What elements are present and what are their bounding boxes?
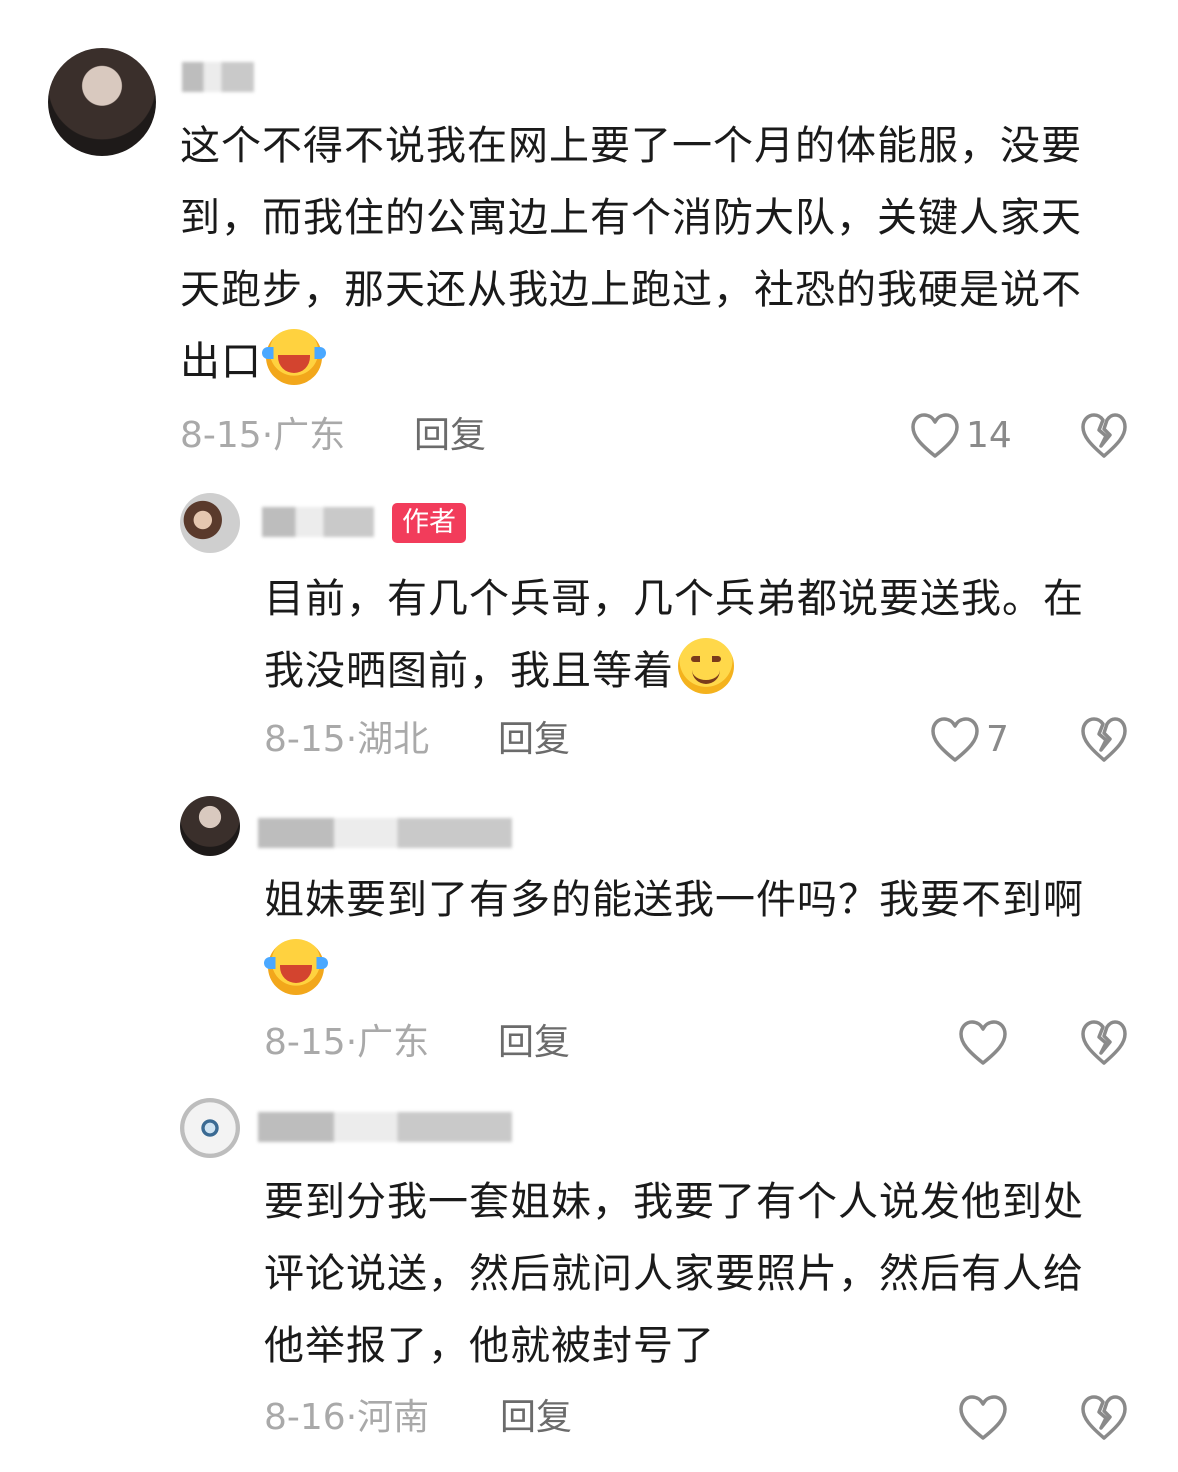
reply-button[interactable]: 回复 [414,412,486,460]
avatar[interactable] [180,493,240,553]
laugh-cry-emoji [264,939,328,995]
comment-date: 8-15 [180,415,262,456]
reply-button[interactable]: 回复 [498,1019,570,1067]
broken-heart-icon [1080,1394,1128,1442]
comment-text: 这个不得不说我在网上要了一个月的体能服，没要到，而我住的公寓边上有个消防大队，关… [180,110,1110,398]
like-button[interactable] [958,1019,1008,1067]
separator: · [345,719,358,760]
like-button[interactable] [958,1394,1008,1442]
smile-emoji [678,638,734,694]
separator: · [345,1022,358,1063]
comment-date: 8-15 [264,1022,346,1063]
comment-location: 广东 [273,415,346,456]
broken-heart-icon [1080,716,1128,764]
comment-location: 河南 [357,1397,430,1438]
broken-heart-icon [1080,412,1128,460]
avatar[interactable] [48,48,156,156]
username-blurred[interactable] [258,1112,512,1142]
comment-date: 8-16 [264,1397,346,1438]
username-blurred[interactable] [258,818,512,848]
avatar[interactable] [180,796,240,856]
dislike-button[interactable] [1080,1019,1128,1067]
separator: · [261,415,274,456]
reply-button[interactable]: 回复 [498,716,570,764]
dislike-button[interactable] [1080,716,1128,764]
separator: · [345,1397,358,1438]
comment-location: 广东 [357,1022,430,1063]
like-button[interactable]: 7 [930,716,1009,764]
heart-icon [930,716,980,764]
comment-date: 8-15 [264,719,346,760]
comment-meta: 8-15·湖北 [264,716,429,764]
avatar[interactable] [180,1098,240,1158]
comment-text-content: 目前，有几个兵哥，几个兵弟都说要送我。在我没晒图前，我且等着 [264,576,1084,694]
heart-icon [910,412,960,460]
comment-text: 姐妹要到了有多的能送我一件吗？我要不到啊 [264,864,1104,1008]
like-button[interactable]: 14 [910,412,1012,460]
reply-button[interactable]: 回复 [500,1394,572,1442]
author-badge: 作者 [392,503,466,543]
laugh-cry-emoji [262,329,326,385]
like-count: 14 [966,415,1012,456]
dislike-button[interactable] [1080,412,1128,460]
like-count: 7 [986,719,1009,760]
comment-meta: 8-15·广东 [180,412,345,460]
dislike-button[interactable] [1080,1394,1128,1442]
broken-heart-icon [1080,1019,1128,1067]
comment-text: 目前，有几个兵哥，几个兵弟都说要送我。在我没晒图前，我且等着 [264,563,1104,707]
comment-text: 要到分我一套姐妹，我要了有个人说发他到处评论说送，然后就问人家要照片，然后有人给… [264,1166,1104,1382]
comment-text-content: 姐妹要到了有多的能送我一件吗？我要不到啊 [264,877,1084,923]
comment-text-content: 要到分我一套姐妹，我要了有个人说发他到处评论说送，然后就问人家要照片，然后有人给… [264,1179,1084,1369]
heart-icon [958,1019,1008,1067]
comment-meta: 8-16·河南 [264,1394,429,1442]
comment-meta: 8-15·广东 [264,1019,429,1067]
username-blurred[interactable] [262,507,374,537]
username-blurred[interactable] [182,62,254,92]
heart-icon [958,1394,1008,1442]
comment-location: 湖北 [357,719,430,760]
